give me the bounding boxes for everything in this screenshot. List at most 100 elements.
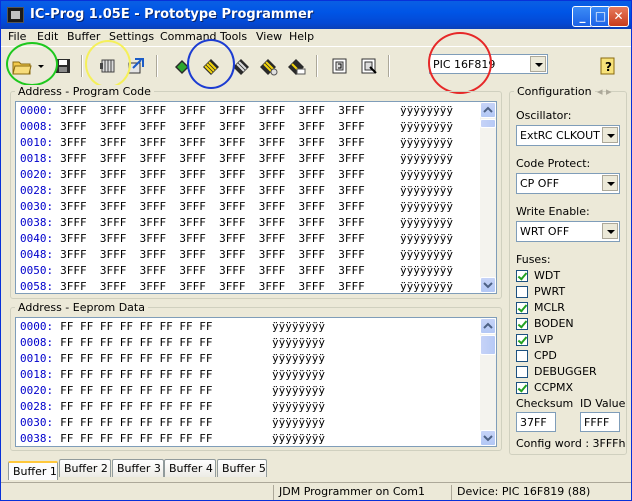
row-ascii: ÿÿÿÿÿÿÿÿ	[272, 336, 325, 349]
menu-help[interactable]: Help	[289, 30, 314, 43]
row-address: 0020:	[20, 384, 54, 397]
row-data: 3FFF 3FFF 3FFF 3FFF 3FFF 3FFF 3FFF 3FFF	[60, 136, 365, 149]
id-value-field[interactable]: FFFF	[580, 412, 620, 432]
hex-row[interactable]: 0020: FF FF FF FF FF FF FF FF ÿÿÿÿÿÿÿÿ	[20, 383, 325, 399]
checkbox-checked-icon[interactable]	[516, 334, 528, 346]
status-device: Device: PIC 16F819 (88)	[451, 485, 631, 500]
checkbox-checked-icon[interactable]	[516, 302, 528, 314]
row-address: 0000:	[20, 320, 54, 333]
checkbox-checked-icon[interactable]	[516, 270, 528, 282]
row-address: 0020:	[20, 168, 54, 181]
menu-view[interactable]: View	[256, 30, 282, 43]
checkbox-unchecked-icon[interactable]	[516, 350, 528, 362]
row-data: FF FF FF FF FF FF FF FF	[60, 416, 213, 429]
write-enable-select[interactable]: WRT OFF	[516, 221, 620, 242]
scroll-thumb[interactable]	[480, 335, 496, 355]
device-select[interactable]: PIC 16F819	[429, 54, 548, 74]
panel-arrows-icon[interactable]: ◂ ▸	[597, 85, 612, 98]
hex-row[interactable]: 0018: FF FF FF FF FF FF FF FF ÿÿÿÿÿÿÿÿ	[20, 367, 325, 383]
eeprom-view[interactable]: 0000: FF FF FF FF FF FF FF FF ÿÿÿÿÿÿÿÿ 0008…	[15, 317, 497, 447]
hex-row[interactable]: 0030: 3FFF 3FFF 3FFF 3FFF 3FFF 3FFF 3FFF …	[20, 199, 453, 215]
oscillator-label: Oscillator:	[516, 109, 572, 122]
hex-row[interactable]: 0030: FF FF FF FF FF FF FF FF ÿÿÿÿÿÿÿÿ	[20, 415, 325, 431]
blank-check-icon[interactable]	[285, 55, 307, 77]
hex-row[interactable]: 0038: 3FFF 3FFF 3FFF 3FFF 3FFF 3FFF 3FFF …	[20, 215, 453, 231]
scroll-up-icon[interactable]	[480, 318, 496, 334]
row-ascii: ÿÿÿÿÿÿÿÿ	[400, 248, 453, 261]
buffer-view-icon[interactable]	[329, 55, 351, 77]
hex-row[interactable]: 0058: 3FFF 3FFF 3FFF 3FFF 3FFF 3FFF 3FFF …	[20, 279, 453, 293]
minimize-icon: _	[579, 9, 586, 23]
menu-buffer[interactable]: Buffer	[67, 30, 100, 43]
help-icon[interactable]: ?	[597, 55, 619, 77]
code-protect-select[interactable]: CP OFF	[516, 173, 620, 194]
scroll-down-icon[interactable]	[480, 277, 496, 293]
program-code-view[interactable]: 0000: 3FFF 3FFF 3FFF 3FFF 3FFF 3FFF 3FFF …	[15, 101, 497, 294]
id-value-label: ID Value	[580, 397, 626, 410]
checksum-field[interactable]: 37FF	[516, 412, 556, 432]
hex-row[interactable]: 0008: FF FF FF FF FF FF FF FF ÿÿÿÿÿÿÿÿ	[20, 335, 325, 351]
fuse-label: CCPMX	[534, 381, 574, 394]
oscillator-value: ExtRC CLKOUT	[520, 129, 600, 142]
row-ascii: ÿÿÿÿÿÿÿÿ	[272, 384, 325, 397]
oscillator-select[interactable]: ExtRC CLKOUT	[516, 125, 620, 146]
row-address: 0030:	[20, 416, 54, 429]
save-icon[interactable]	[52, 55, 74, 77]
chevron-down-icon[interactable]	[602, 223, 618, 239]
hex-row[interactable]: 0018: 3FFF 3FFF 3FFF 3FFF 3FFF 3FFF 3FFF …	[20, 151, 453, 167]
hex-row[interactable]: 0010: FF FF FF FF FF FF FF FF ÿÿÿÿÿÿÿÿ	[20, 351, 325, 367]
menu-command[interactable]: Command	[160, 30, 217, 43]
config-icon[interactable]	[97, 55, 119, 77]
title-bar[interactable]: IC-Prog 1.05E - Prototype Programmer _ □…	[1, 1, 631, 29]
row-data: 3FFF 3FFF 3FFF 3FFF 3FFF 3FFF 3FFF 3FFF	[60, 104, 365, 117]
menu-tools[interactable]: Tools	[220, 30, 247, 43]
row-ascii: ÿÿÿÿÿÿÿÿ	[272, 352, 325, 365]
chevron-down-icon[interactable]	[602, 175, 618, 191]
row-ascii: ÿÿÿÿÿÿÿÿ	[400, 184, 453, 197]
hex-row[interactable]: 0028: FF FF FF FF FF FF FF FF ÿÿÿÿÿÿÿÿ	[20, 399, 325, 415]
tab-buffer-2[interactable]: Buffer 2	[59, 459, 111, 477]
checkbox-checked-icon[interactable]	[516, 318, 528, 330]
checkbox-unchecked-icon[interactable]	[516, 286, 528, 298]
options-icon[interactable]	[125, 55, 147, 77]
tab-buffer-4[interactable]: Buffer 4	[164, 459, 216, 477]
checkbox-checked-icon[interactable]	[516, 382, 528, 394]
row-data: 3FFF 3FFF 3FFF 3FFF 3FFF 3FFF 3FFF 3FFF	[60, 280, 365, 293]
erase-chip-icon[interactable]	[230, 55, 252, 77]
hex-row[interactable]: 0020: 3FFF 3FFF 3FFF 3FFF 3FFF 3FFF 3FFF …	[20, 167, 453, 183]
tab-buffer-5[interactable]: Buffer 5	[217, 459, 267, 477]
window-select-icon[interactable]	[358, 55, 380, 77]
chevron-down-icon[interactable]	[602, 127, 618, 143]
menu-file[interactable]: File	[8, 30, 26, 43]
menu-settings[interactable]: Settings	[109, 30, 154, 43]
hex-row[interactable]: 0028: 3FFF 3FFF 3FFF 3FFF 3FFF 3FFF 3FFF …	[20, 183, 453, 199]
eeprom-scrollbar[interactable]	[480, 318, 496, 446]
row-data: 3FFF 3FFF 3FFF 3FFF 3FFF 3FFF 3FFF 3FFF	[60, 152, 365, 165]
dropdown-arrow-icon[interactable]	[35, 55, 47, 77]
program-code-scrollbar[interactable]	[480, 102, 496, 293]
row-data: 3FFF 3FFF 3FFF 3FFF 3FFF 3FFF 3FFF 3FFF	[60, 216, 365, 229]
tab-buffer-1[interactable]: Buffer 1	[8, 461, 58, 480]
hex-row[interactable]: 0000: 3FFF 3FFF 3FFF 3FFF 3FFF 3FFF 3FFF …	[20, 103, 453, 119]
hex-row[interactable]: 0050: 3FFF 3FFF 3FFF 3FFF 3FFF 3FFF 3FFF …	[20, 263, 453, 279]
verify-chip-icon[interactable]	[257, 55, 279, 77]
menu-edit[interactable]: Edit	[37, 30, 58, 43]
scroll-down-icon[interactable]	[480, 430, 496, 446]
row-data: 3FFF 3FFF 3FFF 3FFF 3FFF 3FFF 3FFF 3FFF	[60, 264, 365, 277]
open-file-icon[interactable]	[11, 55, 33, 77]
hex-row[interactable]: 0010: 3FFF 3FFF 3FFF 3FFF 3FFF 3FFF 3FFF …	[20, 135, 453, 151]
read-chip-icon[interactable]	[171, 55, 193, 77]
scroll-up-icon[interactable]	[480, 102, 496, 118]
status-programmer: JDM Programmer on Com1	[273, 485, 450, 500]
chevron-down-icon[interactable]	[530, 56, 546, 72]
program-chip-icon[interactable]	[200, 55, 222, 77]
hex-row[interactable]: 0038: FF FF FF FF FF FF FF FF ÿÿÿÿÿÿÿÿ	[20, 431, 325, 446]
close-button[interactable]: ✕	[608, 6, 629, 27]
tab-buffer-3[interactable]: Buffer 3	[112, 459, 164, 477]
hex-row[interactable]: 0008: 3FFF 3FFF 3FFF 3FFF 3FFF 3FFF 3FFF …	[20, 119, 453, 135]
hex-row[interactable]: 0040: 3FFF 3FFF 3FFF 3FFF 3FFF 3FFF 3FFF …	[20, 231, 453, 247]
checkbox-unchecked-icon[interactable]	[516, 366, 528, 378]
hex-row[interactable]: 0048: 3FFF 3FFF 3FFF 3FFF 3FFF 3FFF 3FFF …	[20, 247, 453, 263]
hex-row[interactable]: 0000: FF FF FF FF FF FF FF FF ÿÿÿÿÿÿÿÿ	[20, 319, 325, 335]
scroll-thumb[interactable]	[480, 119, 496, 128]
